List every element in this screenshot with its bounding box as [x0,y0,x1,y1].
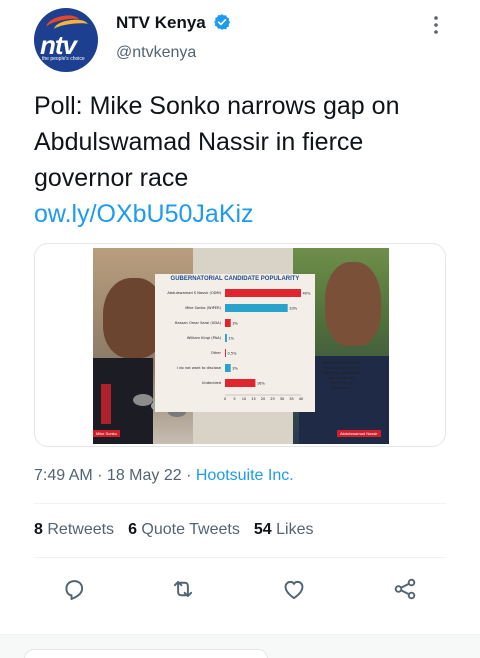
tweet-text: Poll: Mike Sonko narrows gap on Abdulswa… [34,88,454,232]
verified-badge-icon [214,14,231,30]
chart-tick-label: 40 [299,397,304,401]
tweet-header: ntv the people's choice NTV Kenya @ntvke… [0,0,480,80]
chart-bar [225,319,231,327]
chart-category-label: William Kingi (PAA) [187,336,222,340]
quote-tweets-stat[interactable]: 6 Quote Tweets [128,521,240,538]
chart-category-label: Other [211,351,222,355]
chart-bar [225,364,231,372]
avatar-tagline: the people's choice [42,56,85,62]
account-handle[interactable]: @ntvkenya [116,44,196,62]
chart-value-label: 0.5% [227,352,237,356]
likes-stat[interactable]: 54 Likes [254,521,314,538]
chart-bar [225,334,227,342]
chart-bar [225,289,301,297]
chart-tick-label: 20 [261,397,266,401]
chart-tick-label: 15 [251,397,256,401]
quotes-count: 6 [128,521,137,538]
chart-tick-label: 10 [242,397,247,401]
chart-bar [225,349,226,357]
tweet-text-line: governor race [34,164,189,192]
chart-tick-label: 5 [233,397,235,401]
tweet-link[interactable]: ow.ly/OXbU50JaKiz [34,196,454,232]
like-icon[interactable] [281,576,307,602]
tweet-source[interactable]: Hootsuite Inc. [196,467,294,484]
chart-note: Assuming the general elections were to b… [321,360,361,390]
tweet-stats: 8 Retweets 6 Quote Tweets 54 Likes [34,521,313,539]
chart-category-label: Hassan Omar Sarai (UDA) [175,321,222,325]
chart-category-label: Abdulswamad S Nassir (ODM) [167,291,221,295]
reply-compose-pill[interactable] [24,649,268,658]
timestamp[interactable]: 7:49 AM · 18 May 22 · [34,467,196,484]
bottom-bar [0,634,480,658]
chart-value-label: 16% [257,382,266,386]
divider [34,557,446,558]
share-icon[interactable] [392,576,418,602]
caption-left: Mike Sonko [93,430,120,437]
retweets-stat[interactable]: 8 Retweets [34,521,114,538]
caption-right: Abdulswamad Nassir [337,430,381,437]
chart-category-label: Mike Sonko (WIPER) [185,306,221,310]
action-bar [0,570,480,610]
chart-tick-label: 35 [289,397,294,401]
more-options-icon[interactable] [428,14,444,36]
media-image: GUBERNATORIAL CANDIDATE POPULARITY Abdul… [93,248,389,444]
retweets-count: 8 [34,521,43,538]
tie-left [101,384,111,424]
likes-label: Likes [276,521,314,538]
tweet-meta: 7:49 AM · 18 May 22 · Hootsuite Inc. [34,467,294,485]
chart-bar [225,379,256,387]
retweet-icon[interactable] [170,576,196,602]
tweet-media[interactable]: GUBERNATORIAL CANDIDATE POPULARITY Abdul… [34,243,446,447]
avatar[interactable]: ntv the people's choice [34,8,98,72]
tweet-text-line: Abdulswamad Nassir in fierce [34,128,364,156]
portrait-right [325,262,381,346]
account-name[interactable]: NTV Kenya [116,13,206,33]
chart-tick-label: 25 [270,397,275,401]
tweet-text-line: Poll: Mike Sonko narrows gap on [34,92,400,120]
reply-icon[interactable] [61,576,87,602]
quotes-label: Quote Tweets [141,521,240,538]
chart-value-label: 33% [289,307,298,311]
divider [34,503,446,504]
retweets-label: Retweets [47,521,115,538]
chart-tick-label: 0 [224,397,227,401]
poll-chart: GUBERNATORIAL CANDIDATE POPULARITY Abdul… [155,274,315,412]
chart-svg: Abdulswamad S Nassir (ODM) 40% Mike Sonko … [167,289,312,401]
chart-category-label: I do not want to disclose [177,366,222,370]
chart-category-label: Undecided [202,381,221,385]
chart-value-label: 1% [228,337,234,341]
chart-value-label: 40% [303,292,312,296]
chart-bar [225,304,288,312]
chart-tick-label: 30 [280,397,285,401]
likes-count: 54 [253,521,272,538]
chart-value-label: 3% [232,322,238,326]
chart-value-label: 3% [232,367,238,371]
chart-title: GUBERNATORIAL CANDIDATE POPULARITY [170,276,300,282]
